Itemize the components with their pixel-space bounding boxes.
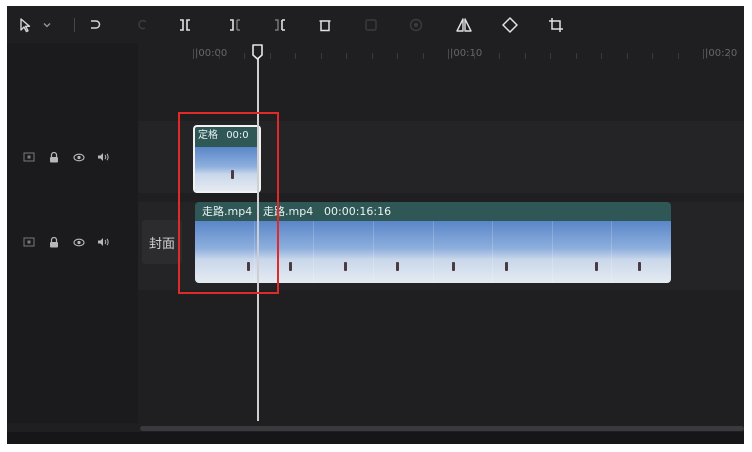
walking-figure bbox=[344, 262, 348, 271]
ruler-tick bbox=[677, 53, 679, 59]
ruler-tick bbox=[295, 53, 296, 59]
clip-thumbnail bbox=[612, 221, 671, 283]
main-track-controls bbox=[21, 236, 111, 248]
cover-icon[interactable] bbox=[21, 236, 36, 248]
audio-icon[interactable] bbox=[96, 236, 111, 248]
ruler-tick bbox=[448, 49, 449, 59]
walking-figure bbox=[395, 262, 399, 271]
walking-figure bbox=[451, 262, 455, 271]
ruler-label-20: |00:20 bbox=[705, 48, 738, 59]
audio-icon[interactable] bbox=[96, 151, 111, 163]
bottom-bar bbox=[7, 432, 744, 444]
ruler-tick bbox=[703, 49, 704, 59]
walking-figure bbox=[505, 262, 509, 271]
ruler-label-10: |00:10 bbox=[450, 48, 483, 59]
split-left-icon[interactable] bbox=[224, 14, 246, 36]
ruler-tick bbox=[371, 53, 373, 59]
clip-thumbnail bbox=[373, 221, 434, 283]
cover-icon[interactable] bbox=[21, 151, 36, 163]
ruler-tick bbox=[320, 53, 322, 59]
clip-thumbnail bbox=[314, 221, 374, 283]
walking-figure bbox=[288, 262, 292, 271]
walking-figure bbox=[638, 262, 642, 271]
time-ruler[interactable]: |00:00 |00:10 |00:20 bbox=[138, 43, 744, 69]
ruler-label-0: |00:00 bbox=[195, 48, 228, 59]
track-headers-panel bbox=[7, 43, 138, 423]
highlight-annotation-box bbox=[178, 112, 279, 294]
lock-icon[interactable] bbox=[46, 151, 61, 163]
ruler-tick bbox=[652, 53, 653, 59]
clip-thumbnail bbox=[433, 221, 494, 283]
cover-button[interactable]: 封面 bbox=[142, 220, 182, 264]
playhead-handle[interactable] bbox=[252, 44, 263, 60]
ruler-tick bbox=[193, 49, 194, 59]
eye-icon[interactable] bbox=[71, 236, 86, 248]
record-icon[interactable] bbox=[405, 14, 427, 36]
overlay-track-controls bbox=[21, 151, 111, 163]
select-arrow-icon[interactable] bbox=[15, 14, 37, 36]
dropdown-chevron-icon[interactable] bbox=[39, 14, 55, 36]
horizontal-scrollbar[interactable] bbox=[140, 426, 744, 431]
lock-icon[interactable] bbox=[46, 236, 61, 248]
ruler-tick bbox=[218, 53, 220, 59]
split-right-icon[interactable] bbox=[269, 14, 291, 36]
timeline-toolbar bbox=[7, 6, 744, 43]
ruler-tick bbox=[550, 53, 551, 59]
ruler-tick bbox=[397, 53, 398, 59]
ruler-tick bbox=[499, 53, 500, 59]
clip-thumbnail bbox=[552, 221, 613, 283]
clip-thumbnail bbox=[493, 221, 553, 283]
undo-icon[interactable] bbox=[84, 14, 106, 36]
ruler-tick bbox=[269, 53, 271, 59]
freeze-frame-icon[interactable] bbox=[360, 14, 382, 36]
ruler-tick bbox=[626, 53, 628, 59]
clip-duration: 00:00:16:16 bbox=[324, 205, 392, 218]
ruler-tick bbox=[575, 53, 577, 59]
redo-icon[interactable] bbox=[131, 14, 153, 36]
split-icon[interactable] bbox=[174, 14, 196, 36]
mirror-icon[interactable] bbox=[453, 14, 475, 36]
ruler-tick bbox=[244, 53, 245, 59]
delete-icon[interactable] bbox=[314, 14, 336, 36]
rotate-icon[interactable] bbox=[499, 14, 521, 36]
eye-icon[interactable] bbox=[71, 151, 86, 163]
toolbar-separator bbox=[74, 18, 75, 32]
ruler-tick bbox=[473, 53, 475, 59]
ruler-tick bbox=[346, 53, 347, 59]
ruler-tick bbox=[728, 53, 730, 59]
crop-icon[interactable] bbox=[545, 14, 567, 36]
ruler-tick bbox=[524, 53, 526, 59]
ruler-tick bbox=[422, 53, 424, 59]
ruler-tick bbox=[601, 53, 602, 59]
walking-figure bbox=[594, 262, 598, 271]
video-editor-timeline: |00:00 |00:10 |00:20 封面 定格 00:0 走路.mp4 走… bbox=[7, 6, 744, 444]
